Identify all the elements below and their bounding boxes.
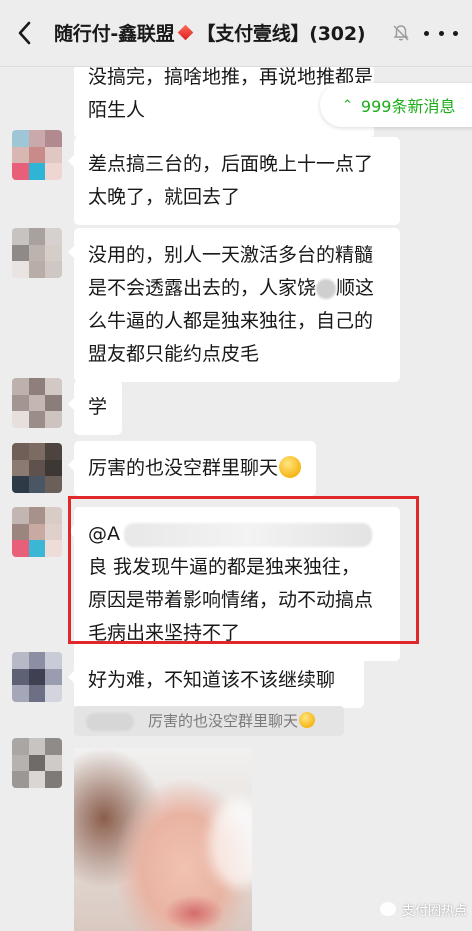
message-list[interactable]: 没搞完，搞啥地推，再说地推都是 陌生人 差点搞三台的，后面晚上十一点了 太晚了，… [0, 0, 472, 931]
message-bubble[interactable]: @A 良 我发现牛逼的都是独来独往， 原因是带着影响情绪，动不动搞点 毛病出来坚… [68, 507, 400, 661]
new-messages-button[interactable]: ⌃ 999条新消息 [320, 83, 472, 127]
blurred-name [124, 522, 372, 547]
new-messages-label: 999条新消息 [360, 97, 456, 116]
message-bubble[interactable]: 厉害的也没空群里聊天 [68, 441, 316, 496]
more-dot-icon [438, 30, 444, 36]
message-text: 是不会透露出去的，人家饶 [88, 277, 317, 299]
watermark-text: 支付圈热点 [402, 903, 468, 919]
avatar[interactable] [12, 443, 62, 493]
message-text: 顺这 [336, 277, 375, 299]
back-button[interactable] [10, 16, 38, 50]
blurred-name [86, 712, 134, 731]
quoted-text: 厉害的也没空群里聊天 [148, 712, 299, 730]
blurred-name [316, 278, 337, 299]
chat-title-name: 随行付-鑫联盟 [54, 22, 175, 45]
message-text: 陌生人 [88, 99, 146, 121]
message-bubble[interactable]: 学 [68, 380, 122, 435]
message-bubble[interactable]: 好为难，不知道该不该继续聊 [68, 653, 364, 708]
message-bubble[interactable]: 没用的，别人一天激活多台的精髓 是不会透露出去的，人家饶 顺这 么牛逼的人都是独来… [68, 228, 400, 382]
mention-text: @A [88, 523, 120, 545]
more-dot-icon [453, 30, 458, 36]
laugh-cry-emoji-icon [279, 455, 302, 478]
message-text: 原因是带着影响情绪，动不动搞点 [88, 589, 374, 611]
message-text: 学 [88, 396, 108, 418]
double-chevron-up-icon: ⌃ [342, 97, 353, 113]
avatar[interactable] [12, 738, 62, 788]
message-text: 差点搞三台的，后面晚上十一点了 [88, 153, 374, 175]
diamond-icon [177, 24, 193, 41]
avatar[interactable] [12, 652, 62, 702]
message-text: 毛病出来坚持不了 [88, 622, 241, 644]
message-text: 厉害的也没空群里聊天 [88, 457, 279, 479]
photo-glare [209, 798, 252, 888]
more-dot-icon [424, 30, 429, 36]
message-text: 盟友都只能约点皮毛 [88, 343, 260, 365]
chat-header: 随行付-鑫联盟 【支付壹线】(302) [0, 0, 472, 67]
chevron-left-icon [18, 21, 31, 45]
avatar[interactable] [12, 228, 62, 278]
laugh-cry-emoji-icon [299, 711, 316, 728]
more-options-button[interactable] [424, 20, 458, 46]
message-text: 没用的，别人一天激活多台的精髓 [88, 244, 374, 266]
avatar[interactable] [12, 130, 62, 180]
chat-title: 随行付-鑫联盟 【支付壹线】(302) [54, 18, 394, 48]
message-text: 太晚了，就回去了 [88, 186, 241, 208]
mute-bell-icon [393, 25, 409, 41]
avatar[interactable] [12, 507, 62, 557]
quoted-message[interactable]: 厉害的也没空群里聊天 [74, 706, 344, 736]
message-text: 良 我发现牛逼的都是独来独往， [88, 556, 361, 578]
chat-title-suffix: 【支付壹线】(302) [196, 22, 366, 45]
message-bubble[interactable]: 差点搞三台的，后面晚上十一点了 太晚了，就回去了 [68, 137, 400, 225]
wechat-logo-icon [380, 902, 396, 916]
photo-message[interactable] [74, 748, 252, 931]
message-text: 好为难，不知道该不该继续聊 [88, 669, 336, 691]
avatar[interactable] [12, 378, 62, 428]
watermark: 支付圈热点 [380, 898, 467, 920]
message-text: 么牛逼的人都是独来独往，自己的 [88, 310, 374, 332]
